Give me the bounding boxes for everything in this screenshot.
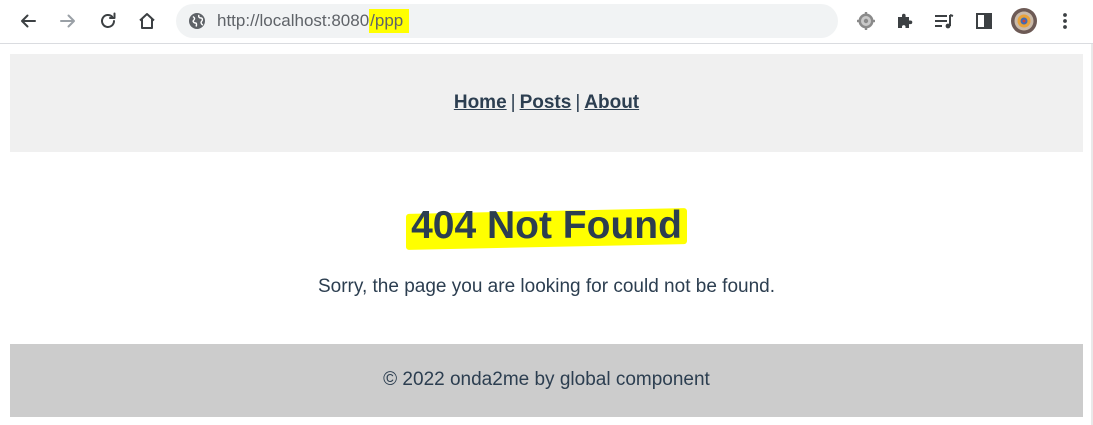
settings-extension-button[interactable] xyxy=(851,6,881,36)
side-panel-button[interactable] xyxy=(969,6,999,36)
reload-icon xyxy=(101,12,116,28)
url-text[interactable]: http://localhost:8080/ppp xyxy=(217,9,410,33)
page-footer: © 2022 onda2me by global component xyxy=(10,344,1083,417)
gear-icon xyxy=(857,12,875,30)
arrow-left-icon xyxy=(21,14,36,28)
nav-separator: | xyxy=(575,92,581,113)
home-button[interactable] xyxy=(132,6,162,36)
main-content: 404 Not Found xyxy=(0,203,1093,250)
nav-link-home[interactable]: Home xyxy=(454,92,507,113)
page-title-text: 404 Not Found xyxy=(411,204,682,247)
media-queue-icon xyxy=(935,14,954,29)
avatar xyxy=(1011,8,1037,34)
url-path-highlight: /ppp xyxy=(369,9,410,33)
home-icon xyxy=(139,13,155,29)
address-bar[interactable]: http://localhost:8080/ppp xyxy=(176,4,838,38)
nav-separator: | xyxy=(510,92,516,113)
profile-button[interactable] xyxy=(1009,6,1039,36)
browser-toolbar: http://localhost:8080/ppp xyxy=(0,0,1093,44)
page-header: Home | Posts | About xyxy=(10,54,1083,152)
nav-link-posts[interactable]: Posts xyxy=(520,92,572,113)
side-panel-icon xyxy=(976,13,992,29)
back-button[interactable] xyxy=(13,6,43,36)
extensions-button[interactable] xyxy=(890,6,920,36)
menu-button[interactable] xyxy=(1050,6,1080,36)
footer-copyright: © 2022 onda2me by global component xyxy=(383,369,710,390)
reload-button[interactable] xyxy=(93,6,123,36)
puzzle-icon xyxy=(898,13,913,28)
nav-link-about[interactable]: About xyxy=(584,92,639,113)
page-title: 404 Not Found xyxy=(406,203,687,250)
forward-button[interactable] xyxy=(53,6,83,36)
error-message: Sorry, the page you are looking for coul… xyxy=(317,276,775,297)
arrow-right-icon xyxy=(60,14,75,28)
globe-icon[interactable] xyxy=(188,12,206,30)
main-nav: Home | Posts | About xyxy=(10,91,1083,115)
media-queue-button[interactable] xyxy=(929,6,959,36)
url-host: http://localhost:8080 xyxy=(217,11,370,30)
kebab-menu-icon xyxy=(1063,13,1067,29)
